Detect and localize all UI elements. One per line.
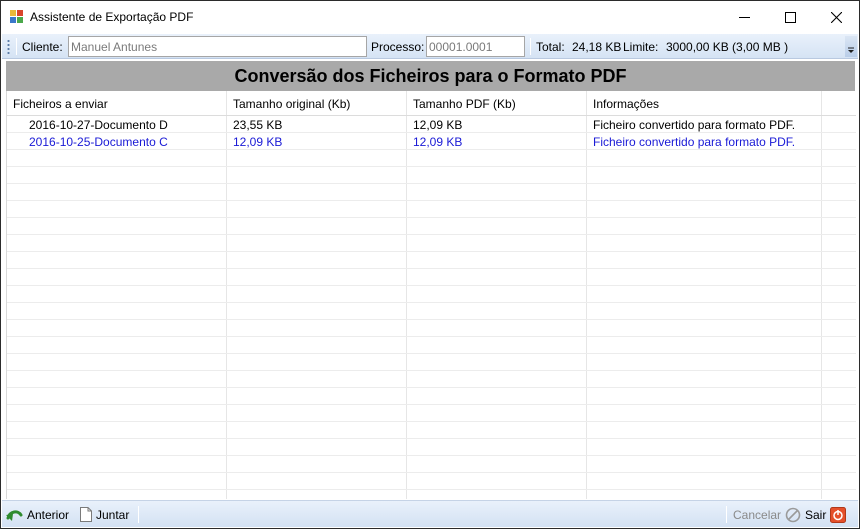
processo-field[interactable] <box>426 36 525 57</box>
window-title: Assistente de Exportação PDF <box>30 10 194 24</box>
row-divider <box>7 472 856 473</box>
statusbar-separator <box>726 506 727 523</box>
row-divider <box>7 302 856 303</box>
column-header-ficheiros[interactable]: Ficheiros a enviar <box>13 97 108 111</box>
cliente-label: Cliente: <box>22 40 63 54</box>
close-icon <box>830 11 842 23</box>
processo-label: Processo: <box>371 40 425 54</box>
row-divider <box>7 455 856 456</box>
back-arrow-icon <box>6 509 23 521</box>
page-title: Conversão dos Ficheiros para o Formato P… <box>6 61 855 91</box>
column-header-tamanho-pdf[interactable]: Tamanho PDF (Kb) <box>413 97 516 111</box>
cancel-icon <box>785 507 801 522</box>
cliente-field[interactable] <box>68 36 367 57</box>
limite-value: 3000,00 KB (3,00 MB ) <box>666 40 789 54</box>
sair-button[interactable]: Sair <box>805 505 847 524</box>
row-divider <box>7 285 856 286</box>
row-divider <box>7 387 856 388</box>
minimize-icon <box>738 16 750 18</box>
total-label: Total: <box>536 40 565 54</box>
statusbar-separator <box>138 506 139 523</box>
chevron-down-icon <box>848 47 854 53</box>
table-row-1-name[interactable]: 2016-10-25-Documento C <box>29 135 168 149</box>
row-divider <box>7 149 856 150</box>
row-divider <box>7 268 856 269</box>
row-divider <box>7 251 856 252</box>
column-header-tamanho-original[interactable]: Tamanho original (Kb) <box>233 97 350 111</box>
document-icon <box>80 507 92 522</box>
minimize-button[interactable] <box>721 1 767 33</box>
title-bar: Assistente de Exportação PDF <box>1 1 859 33</box>
sair-label: Sair <box>805 507 827 522</box>
table-row-1-original: 12,09 KB <box>233 135 283 149</box>
juntar-label: Juntar <box>96 507 130 522</box>
table-row-0-name[interactable]: 2016-10-27-Documento D <box>29 118 168 132</box>
anterior-button[interactable]: Anterior <box>6 505 69 524</box>
row-divider <box>7 183 856 184</box>
juntar-button[interactable]: Juntar <box>79 505 129 524</box>
table-row-0-original: 23,55 KB <box>233 118 283 132</box>
row-divider <box>7 319 856 320</box>
maximize-icon <box>784 11 796 23</box>
row-divider <box>7 421 856 422</box>
table-row-0-pdf: 12,09 KB <box>413 118 463 132</box>
row-divider <box>7 234 856 235</box>
row-divider <box>7 336 856 337</box>
row-divider <box>7 438 856 439</box>
files-table: Ficheiros a enviar Tamanho original (Kb)… <box>6 91 856 499</box>
toolbar-separator <box>530 38 531 55</box>
toolbar-overflow-button[interactable] <box>845 36 857 57</box>
cancelar-button[interactable]: Cancelar <box>733 505 801 524</box>
table-row-1-info: Ficheiro convertido para formato PDF. <box>593 135 796 149</box>
toolbar-grip[interactable] <box>7 39 10 54</box>
anterior-label: Anterior <box>27 507 70 522</box>
row-divider <box>7 166 856 167</box>
maximize-button[interactable] <box>767 1 813 33</box>
exit-icon <box>830 506 847 523</box>
toolbar-separator <box>16 38 17 55</box>
cancelar-label: Cancelar <box>733 507 782 522</box>
close-button[interactable] <box>813 1 859 33</box>
limite-label: Limite: <box>623 40 659 54</box>
row-divider <box>7 489 856 490</box>
row-divider <box>7 370 856 371</box>
app-icon <box>10 10 24 24</box>
total-value: 24,18 KB <box>572 40 622 54</box>
row-divider <box>7 404 856 405</box>
row-divider <box>7 200 856 201</box>
row-divider <box>7 217 856 218</box>
row-divider <box>7 353 856 354</box>
action-bar: Anterior Juntar Cancelar Sair <box>2 500 858 527</box>
export-wizard-window: Assistente de Exportação PDF Cliente: Pr… <box>0 0 860 529</box>
column-header-informacoes[interactable]: Informações <box>593 97 659 111</box>
header-divider <box>7 115 856 116</box>
row-divider <box>7 132 856 133</box>
info-toolbar: Cliente: Processo: Total: 24,18 KB Limit… <box>2 34 858 59</box>
table-row-0-info: Ficheiro convertido para formato PDF. <box>593 118 796 132</box>
table-row-1-pdf: 12,09 KB <box>413 135 463 149</box>
